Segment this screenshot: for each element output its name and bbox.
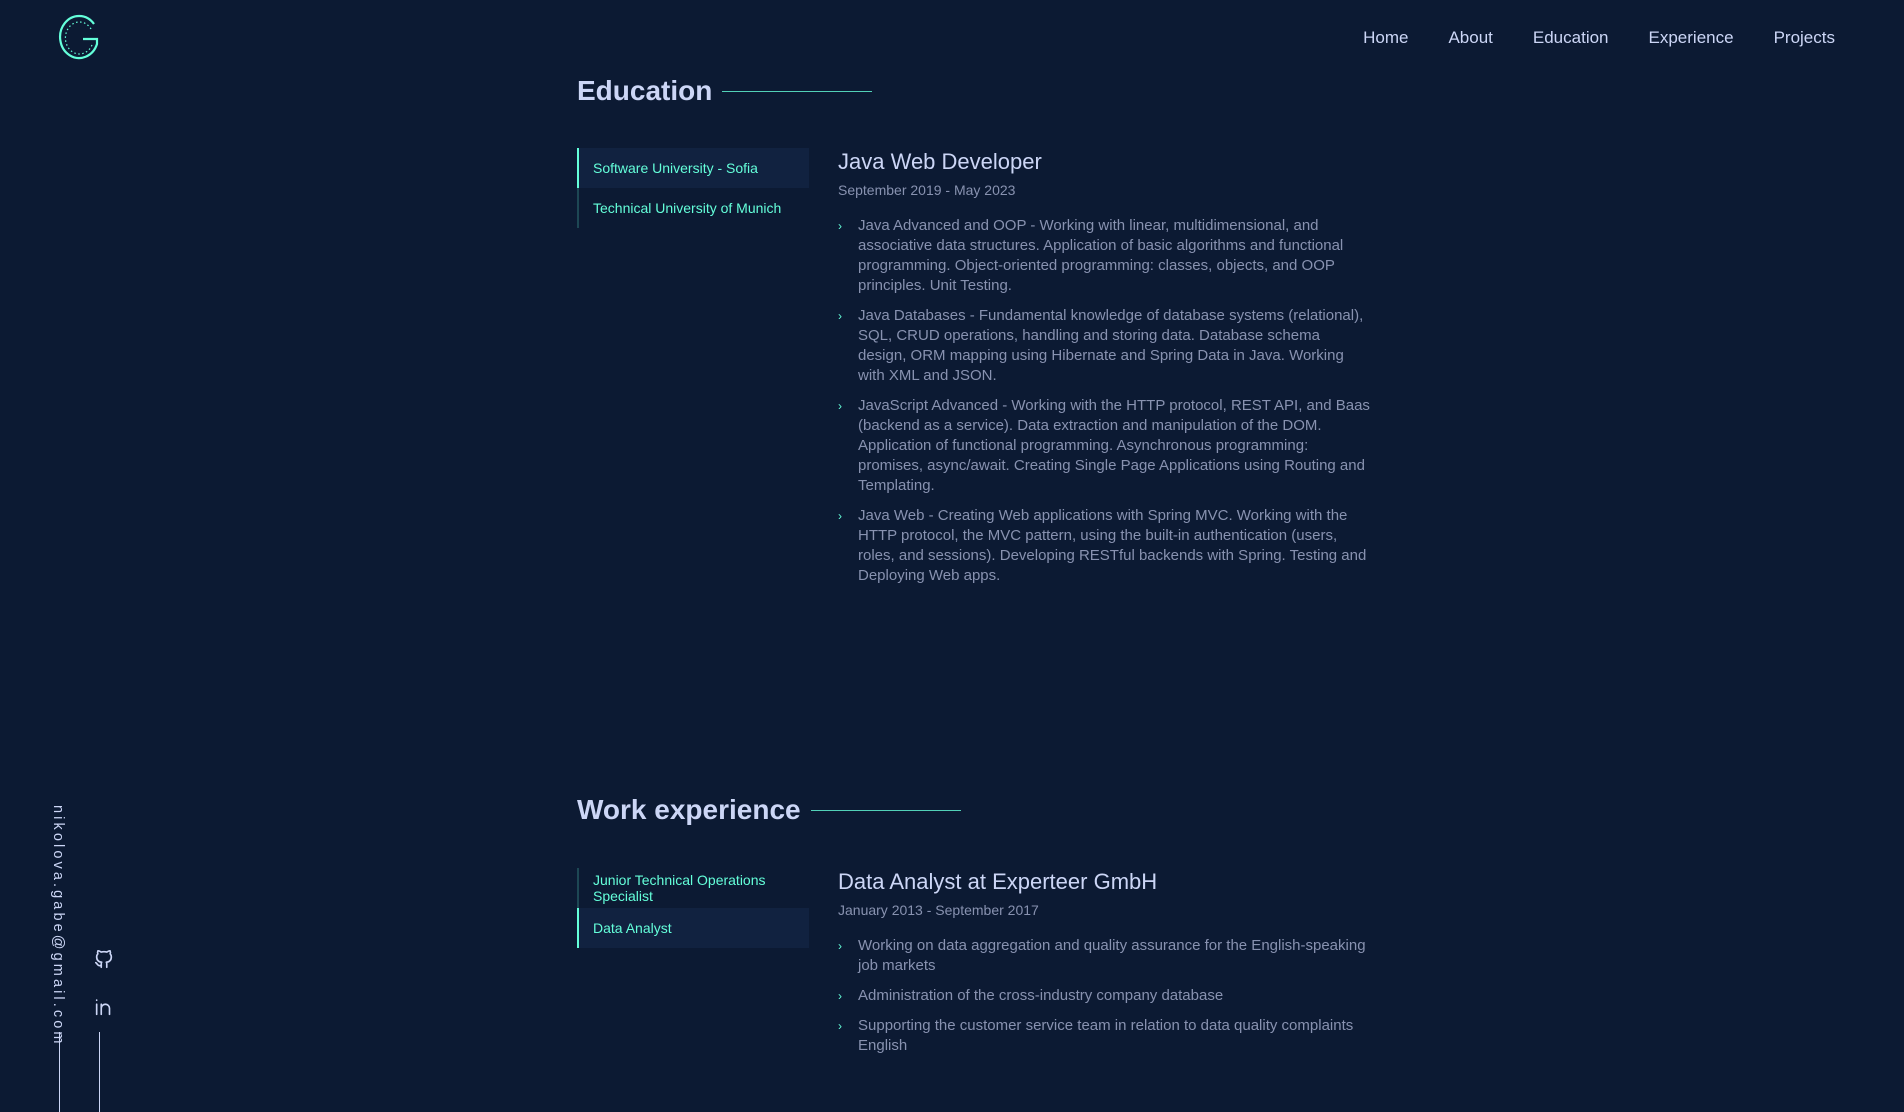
education-role: Java Web Developer bbox=[838, 149, 1042, 174]
chevron-right-icon: › bbox=[838, 1019, 842, 1033]
tab-data-analyst[interactable]: Data Analyst bbox=[577, 908, 809, 948]
nav-experience[interactable]: Experience bbox=[1649, 26, 1734, 50]
list-item: › Administration of the cross-industry co… bbox=[838, 987, 1224, 1004]
linkedin-icon[interactable] bbox=[93, 996, 115, 1018]
chevron-right-icon: › bbox=[838, 309, 842, 323]
education-dates: September 2019 - May 2023 bbox=[838, 182, 1016, 198]
email-link[interactable]: nikolova.gabe@gmail.com bbox=[50, 805, 66, 1047]
chevron-right-icon: › bbox=[838, 509, 842, 523]
tab-junior-technical-operations[interactable]: Junior Technical Operations Specialist bbox=[577, 868, 809, 908]
chevron-right-icon: › bbox=[838, 219, 842, 233]
list-item: › Java Web - Creating Web applications wi… bbox=[838, 507, 1367, 584]
g-logo-icon[interactable] bbox=[58, 14, 102, 62]
list-item: › Java Databases - Fundamental knowledge … bbox=[838, 307, 1364, 384]
nav-home[interactable]: Home bbox=[1363, 26, 1408, 50]
education-section-title: Education bbox=[577, 75, 873, 107]
chevron-right-icon: › bbox=[838, 399, 842, 413]
chevron-right-icon: › bbox=[838, 989, 842, 1003]
list-item: › Working on data aggregation and quality… bbox=[838, 937, 1366, 974]
work-bullets: › Working on data aggregation and quality… bbox=[838, 936, 1370, 1056]
heading-rule bbox=[722, 90, 873, 92]
social-rail-line bbox=[99, 1032, 100, 1112]
education-tab-list: Software University - Sofia Technical Un… bbox=[577, 148, 809, 228]
list-item: › Java Advanced and OOP - Working with li… bbox=[838, 217, 1344, 294]
education-panel: Java Web Developer September 2019 - May … bbox=[838, 148, 1370, 596]
portfolio-page: Home About Education Experience Projects… bbox=[0, 0, 1904, 1112]
github-icon[interactable] bbox=[93, 948, 115, 970]
nav-about[interactable]: About bbox=[1448, 26, 1492, 50]
tab-software-university[interactable]: Software University - Sofia bbox=[577, 148, 809, 188]
list-item: › Supporting the customer service team in… bbox=[838, 1017, 1354, 1054]
work-role: Data Analyst at Experteer GmbH bbox=[838, 869, 1158, 894]
heading-rule bbox=[810, 809, 961, 811]
main-nav: Home About Education Experience Projects bbox=[1363, 26, 1835, 50]
nav-projects[interactable]: Projects bbox=[1774, 26, 1835, 50]
email-rail-line bbox=[59, 1032, 60, 1112]
work-tab-list: Junior Technical Operations Specialist D… bbox=[577, 868, 809, 948]
nav-education[interactable]: Education bbox=[1533, 26, 1609, 50]
work-section-title: Work experience bbox=[577, 794, 961, 826]
tab-technical-university-munich[interactable]: Technical University of Munich bbox=[577, 188, 809, 228]
list-item: › JavaScript Advanced - Working with the … bbox=[838, 397, 1370, 494]
education-bullets: › Java Advanced and OOP - Working with li… bbox=[838, 216, 1370, 586]
work-panel: Data Analyst at Experteer GmbH January 2… bbox=[838, 868, 1370, 1066]
work-heading: Work experience bbox=[577, 794, 801, 825]
work-dates: January 2013 - September 2017 bbox=[838, 902, 1039, 918]
education-heading: Education bbox=[577, 75, 713, 106]
chevron-right-icon: › bbox=[838, 939, 842, 953]
